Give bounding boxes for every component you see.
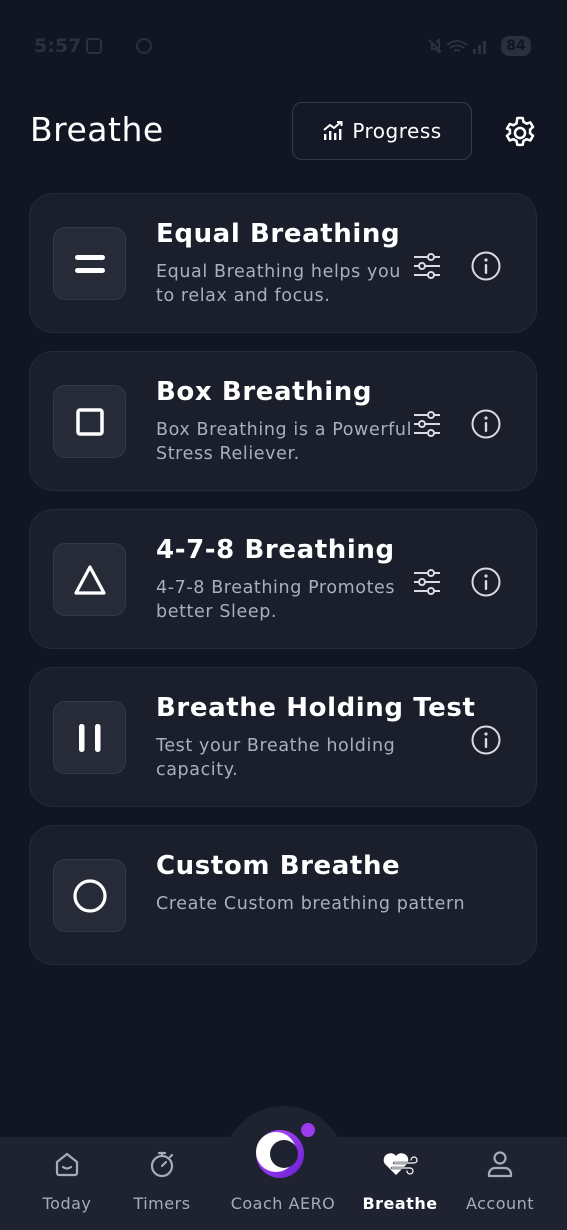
- info-icon[interactable]: [470, 250, 502, 282]
- card-description: Create Custom breathing pattern: [156, 894, 466, 914]
- card-description: Equal Breathing helps you to relax and f…: [156, 262, 401, 306]
- status-bar: 5:57 84: [0, 0, 567, 90]
- card-title: Equal Breathing: [156, 219, 401, 249]
- card-title: 4-7-8 Breathing: [156, 535, 395, 565]
- status-right-icons: 84: [421, 36, 531, 56]
- nav-label: Today: [42, 1194, 92, 1213]
- coach-aero-logo[interactable]: [250, 1120, 318, 1182]
- card-icon-box: [53, 385, 126, 458]
- stopwatch-icon: [150, 1151, 174, 1178]
- card-custom-breathe[interactable]: Custom Breathe Create Custom breathing p…: [29, 825, 537, 965]
- home-icon: [55, 1152, 79, 1177]
- battery-level: 84: [501, 36, 531, 56]
- card-breathe-holding-test[interactable]: Breathe Holding Test Test your Breathe h…: [29, 667, 537, 807]
- card-title: Box Breathing: [156, 377, 373, 407]
- card-description: 4-7-8 Breathing Promotes better Sleep.: [156, 578, 396, 622]
- heart-wind-icon: [383, 1153, 419, 1176]
- nav-item-breathe[interactable]: Breathe: [352, 1148, 448, 1224]
- card-icon-box: [53, 859, 126, 932]
- nav-item-today[interactable]: Today: [19, 1148, 115, 1224]
- triangle-icon: [73, 564, 106, 595]
- circle-icon: [72, 878, 107, 913]
- gear-icon: [505, 116, 535, 147]
- info-icon[interactable]: [470, 408, 502, 440]
- chart-trend-icon: [323, 121, 343, 140]
- card-title: Custom Breathe: [156, 851, 401, 881]
- signal-stripes-icon: [112, 38, 128, 54]
- card-description: Box Breathing is a Powerful Stress Relie…: [156, 420, 413, 464]
- card-equal-breathing[interactable]: Equal Breathing Equal Breathing helps yo…: [29, 193, 537, 333]
- nav-label: Timers: [133, 1194, 191, 1213]
- status-time: 5:57: [34, 35, 82, 57]
- user-icon: [487, 1151, 513, 1178]
- nav-label: Account: [465, 1194, 535, 1213]
- equals-icon: [74, 254, 105, 273]
- nav-label: Breathe: [362, 1194, 438, 1213]
- info-icon[interactable]: [470, 724, 502, 756]
- pause-icon: [78, 723, 100, 752]
- adjust-sliders-icon[interactable]: [412, 567, 442, 597]
- page-title: Breathe: [30, 110, 164, 149]
- card-box-breathing[interactable]: Box Breathing Box Breathing is a Powerfu…: [29, 351, 537, 491]
- settings-button[interactable]: [501, 114, 539, 152]
- card-title: Breathe Holding Test: [156, 693, 476, 723]
- app-notification-icon: [136, 38, 152, 54]
- progress-button-label: Progress: [352, 119, 442, 143]
- mute-wifi-signal-icon: [428, 38, 486, 54]
- info-icon[interactable]: [470, 566, 502, 598]
- notification-icons: [86, 36, 156, 56]
- card-icon-box: [53, 701, 126, 774]
- card-478-breathing[interactable]: 4-7-8 Breathing 4-7-8 Breathing Promotes…: [29, 509, 537, 649]
- screenshot-icon: [86, 38, 102, 54]
- card-icon-box: [53, 227, 126, 300]
- nav-item-account[interactable]: Account: [452, 1148, 548, 1224]
- adjust-sliders-icon[interactable]: [412, 251, 442, 281]
- adjust-sliders-icon[interactable]: [412, 409, 442, 439]
- card-icon-box: [53, 543, 126, 616]
- card-description: Test your Breathe holding capacity.: [156, 736, 396, 780]
- square-icon: [75, 407, 104, 436]
- nav-item-timers[interactable]: Timers: [114, 1148, 210, 1224]
- progress-button[interactable]: Progress: [292, 102, 472, 160]
- nav-label-coach[interactable]: Coach AERO: [218, 1194, 348, 1213]
